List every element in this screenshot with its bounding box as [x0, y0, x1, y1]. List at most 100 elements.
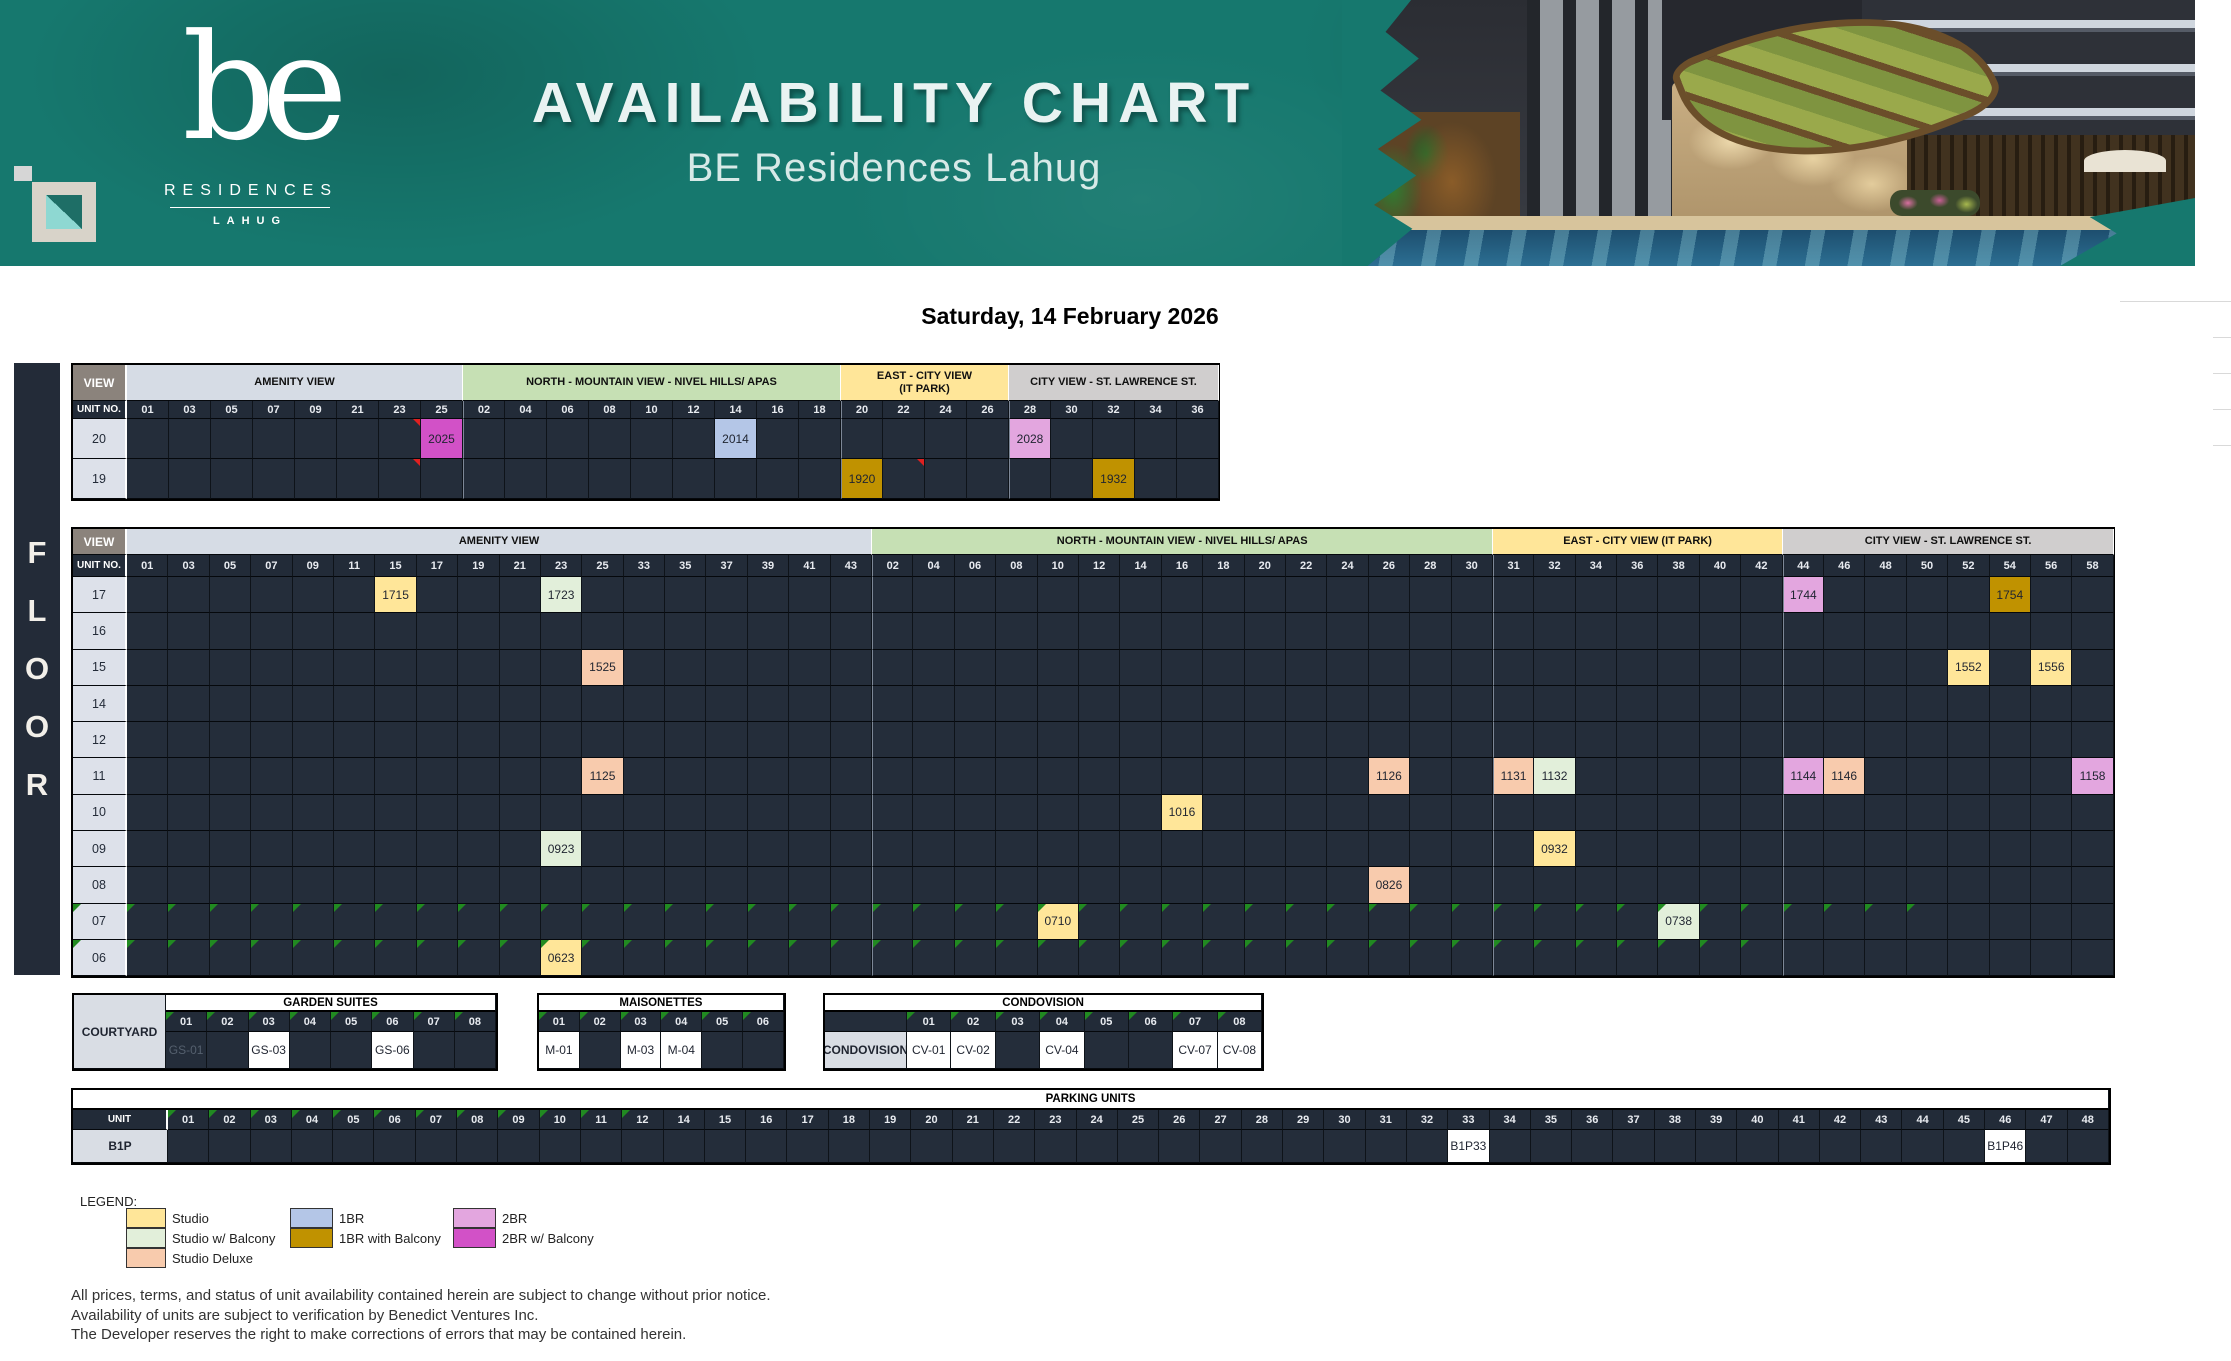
- unit-cell[interactable]: [1700, 650, 1741, 686]
- unit-cell[interactable]: [799, 459, 841, 499]
- unit-cell[interactable]: [1907, 686, 1948, 722]
- unit-cell[interactable]: [1990, 758, 2031, 794]
- unit-cell[interactable]: [1658, 613, 1699, 649]
- unit-cell[interactable]: [1038, 831, 1079, 867]
- unit-cell[interactable]: [831, 613, 872, 649]
- unit-cell[interactable]: [251, 758, 292, 794]
- unit-cell[interactable]: [1452, 831, 1493, 867]
- unit-cell[interactable]: [1203, 686, 1244, 722]
- unit-cell[interactable]: [168, 650, 209, 686]
- unit-cell[interactable]: [1324, 1130, 1365, 1163]
- unit-cell[interactable]: [207, 1032, 248, 1069]
- unit-cell[interactable]: [334, 577, 375, 613]
- unit-cell[interactable]: [211, 419, 253, 459]
- unit-cell[interactable]: [127, 758, 168, 794]
- unit-cell[interactable]: [1700, 686, 1741, 722]
- unit-cell[interactable]: [624, 867, 665, 903]
- unit-1525[interactable]: 1525: [582, 650, 623, 686]
- unit-cell[interactable]: [293, 904, 334, 940]
- unit-cell[interactable]: [1203, 577, 1244, 613]
- unit-cell[interactable]: [1741, 831, 1782, 867]
- unit-cell[interactable]: [1327, 795, 1368, 831]
- unit-cell[interactable]: [955, 904, 996, 940]
- unit-cell[interactable]: [1700, 940, 1741, 976]
- unit-cell[interactable]: [1534, 577, 1575, 613]
- unit-cell[interactable]: [2072, 904, 2113, 940]
- unit-cell[interactable]: [2031, 758, 2072, 794]
- unit-cell[interactable]: [1327, 867, 1368, 903]
- unit-cell[interactable]: [168, 577, 209, 613]
- unit-cell[interactable]: [127, 419, 169, 459]
- unit-cell[interactable]: [210, 940, 251, 976]
- unit-cell[interactable]: [168, 831, 209, 867]
- unit-cell[interactable]: [789, 650, 830, 686]
- unit-cell[interactable]: [1120, 867, 1161, 903]
- unit-cell[interactable]: [996, 831, 1037, 867]
- unit-cell[interactable]: [1990, 795, 2031, 831]
- unit-cell[interactable]: [624, 686, 665, 722]
- unit-cell[interactable]: [1534, 867, 1575, 903]
- unit-cell[interactable]: [1452, 758, 1493, 794]
- unit-cell[interactable]: [1452, 722, 1493, 758]
- unit-cell[interactable]: [541, 613, 582, 649]
- unit-cell[interactable]: [1617, 577, 1658, 613]
- unit-cell[interactable]: [251, 867, 292, 903]
- unit-cell[interactable]: [831, 758, 872, 794]
- unit-M-04[interactable]: M-04: [661, 1032, 702, 1069]
- unit-cell[interactable]: [1203, 722, 1244, 758]
- unit-cell[interactable]: [872, 613, 913, 649]
- unit-cell[interactable]: [1948, 795, 1989, 831]
- unit-cell[interactable]: [374, 1130, 415, 1163]
- unit-cell[interactable]: [913, 613, 954, 649]
- unit-cell[interactable]: [1824, 613, 1865, 649]
- unit-cell[interactable]: [1658, 650, 1699, 686]
- unit-cell[interactable]: [1118, 1130, 1159, 1163]
- unit-cell[interactable]: [1534, 940, 1575, 976]
- unit-cell[interactable]: [789, 795, 830, 831]
- unit-cell[interactable]: [1700, 758, 1741, 794]
- unit-cell[interactable]: [787, 1130, 828, 1163]
- unit-cell[interactable]: [1534, 686, 1575, 722]
- unit-cell[interactable]: [996, 795, 1037, 831]
- unit-cell[interactable]: [1162, 758, 1203, 794]
- unit-cell[interactable]: [1907, 758, 1948, 794]
- unit-cell[interactable]: [210, 795, 251, 831]
- unit-cell[interactable]: [168, 867, 209, 903]
- unit-cell[interactable]: [500, 867, 541, 903]
- unit-cell[interactable]: [1948, 904, 1989, 940]
- unit-cell[interactable]: [2072, 722, 2113, 758]
- unit-cell[interactable]: [706, 613, 747, 649]
- unit-cell[interactable]: [1493, 722, 1534, 758]
- unit-cell[interactable]: [1783, 831, 1824, 867]
- unit-cell[interactable]: [1990, 722, 2031, 758]
- unit-cell[interactable]: [375, 686, 416, 722]
- unit-cell[interactable]: [789, 867, 830, 903]
- unit-cell[interactable]: [1783, 940, 1824, 976]
- unit-cell[interactable]: [1617, 686, 1658, 722]
- unit-cell[interactable]: [913, 795, 954, 831]
- unit-cell[interactable]: [1038, 867, 1079, 903]
- unit-cell[interactable]: [1286, 831, 1327, 867]
- unit-cell[interactable]: [996, 904, 1037, 940]
- unit-cell[interactable]: [1861, 1130, 1902, 1163]
- unit-cell[interactable]: [1576, 577, 1617, 613]
- unit-cell[interactable]: [1824, 722, 1865, 758]
- unit-cell[interactable]: [1327, 686, 1368, 722]
- unit-cell[interactable]: [127, 613, 168, 649]
- unit-cell[interactable]: [757, 459, 799, 499]
- unit-cell[interactable]: [1865, 686, 1906, 722]
- unit-cell[interactable]: [1203, 758, 1244, 794]
- unit-cell[interactable]: [1162, 904, 1203, 940]
- unit-cell[interactable]: [2031, 686, 2072, 722]
- unit-cell[interactable]: [541, 686, 582, 722]
- unit-cell[interactable]: [1245, 867, 1286, 903]
- unit-cell[interactable]: [1410, 940, 1451, 976]
- unit-cell[interactable]: [1245, 722, 1286, 758]
- unit-cell[interactable]: [1700, 577, 1741, 613]
- unit-cell[interactable]: [1700, 795, 1741, 831]
- unit-cell[interactable]: [748, 867, 789, 903]
- unit-cell[interactable]: [251, 795, 292, 831]
- unit-cell[interactable]: [1286, 795, 1327, 831]
- unit-cell[interactable]: [1534, 613, 1575, 649]
- unit-cell[interactable]: [831, 904, 872, 940]
